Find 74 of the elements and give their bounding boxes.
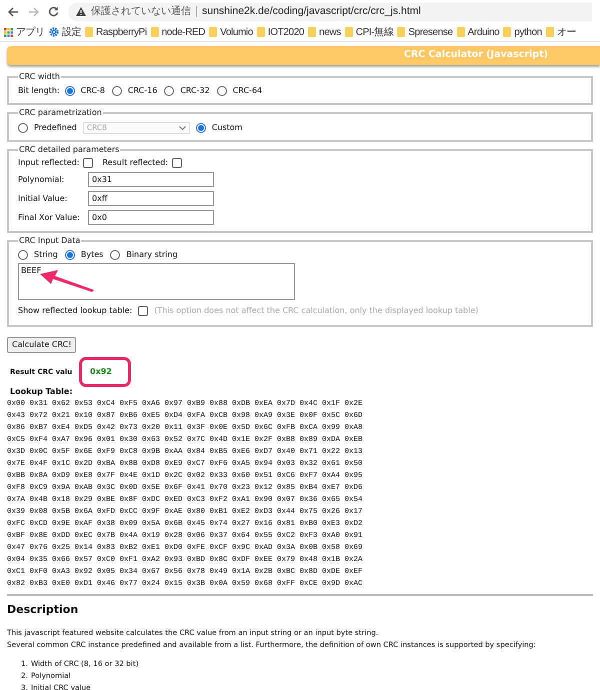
checkbox-label: Show reflected lookup table: — [18, 305, 132, 317]
radio-button[interactable] — [216, 86, 227, 96]
panel-legend: CRC detailed parameters — [18, 144, 120, 156]
folder-icon — [546, 27, 554, 37]
folder-icon — [308, 27, 316, 37]
input-field[interactable]: 0x0 — [88, 210, 214, 225]
bookmark-item[interactable]: news — [308, 24, 341, 40]
folder-icon — [209, 27, 218, 37]
url-text: sunshine2k.de/coding/javascript/crc/crc_js.html — [202, 4, 421, 19]
field-label: Final Xor Value: — [18, 212, 81, 224]
bookmark-item[interactable]: python — [503, 24, 542, 40]
radio-button[interactable] — [164, 86, 174, 96]
field-label: Initial Value: — [18, 192, 68, 204]
folder-icon — [256, 27, 265, 37]
folder-icon — [397, 27, 406, 37]
radio-button[interactable] — [112, 86, 122, 96]
bookmark-item[interactable]: CPI-無線 — [344, 24, 394, 40]
folder-icon — [456, 27, 465, 37]
radio-button[interactable] — [110, 250, 120, 260]
input-field[interactable]: 0x31 — [88, 172, 214, 187]
radio-label: String — [34, 249, 58, 261]
folder-icon — [503, 27, 512, 37]
radio-button[interactable] — [64, 250, 75, 260]
folder-icon — [344, 27, 353, 37]
folder-icon — [150, 27, 159, 37]
result-value: 0x92 — [90, 366, 112, 378]
radio-label: CRC-64 — [232, 85, 262, 97]
description-heading: Description — [7, 602, 80, 618]
checkbox[interactable] — [138, 306, 148, 316]
checkbox-label: Result reflected: — [102, 157, 168, 169]
field-label: Bit length: — [18, 85, 60, 97]
bookmark-item[interactable]: Arduino — [456, 24, 500, 40]
input-field[interactable]: 0xff — [88, 191, 214, 206]
radio-label: Custom — [212, 122, 242, 134]
bookmark-item[interactable]: node-RED — [150, 24, 206, 40]
calculate-button[interactable]: Calculate CRC! — [7, 337, 76, 353]
bookmark-item[interactable]: Spresense — [397, 24, 453, 40]
radio-label: CRC-32 — [180, 85, 210, 97]
security-label: 保護されていない通信 — [91, 4, 191, 19]
warning-icon — [76, 7, 86, 16]
back-icon[interactable] — [8, 6, 19, 16]
radio-button[interactable] — [196, 122, 206, 132]
radio-label: Bytes — [80, 249, 104, 261]
checkbox[interactable] — [83, 158, 94, 168]
address-bar[interactable]: 保護されていない通信 sunshine2k.de/coding/javascript/crc/crc_js.html — [68, 2, 592, 20]
panel-legend: CRC width — [18, 71, 61, 83]
bookmark-item[interactable]: 設定 — [48, 24, 82, 40]
highlight-frame — [79, 357, 131, 387]
bookmark-item[interactable]: Volumio — [209, 24, 253, 40]
checkbox-label: Input reflected: — [18, 157, 80, 169]
panel-legend: CRC Input Data — [18, 235, 82, 247]
radio-label: Predefined — [34, 122, 77, 134]
checkbox[interactable] — [172, 158, 182, 168]
panel-legend: CRC parametrization — [18, 107, 103, 119]
bookmark-item[interactable]: オー — [546, 24, 576, 40]
chevron-down-icon — [178, 126, 186, 130]
radio-button[interactable] — [18, 250, 28, 260]
bookmark-item[interactable]: アプリ — [4, 24, 45, 40]
radio-label: Binary string — [126, 249, 178, 261]
radio-label: CRC-16 — [128, 85, 158, 97]
radio-button[interactable] — [64, 86, 75, 96]
radio-button[interactable] — [18, 122, 28, 132]
reload-icon[interactable] — [48, 6, 59, 17]
lookup-label: Lookup Table: — [10, 386, 74, 398]
radio-label: CRC-8 — [80, 85, 105, 97]
folder-icon — [85, 27, 94, 37]
bookmark-item[interactable]: IOT2020 — [256, 24, 304, 40]
apps-grid-icon — [4, 28, 13, 36]
input-textarea[interactable]: BEEF — [18, 263, 295, 300]
bookmark-item[interactable]: RaspberryPi — [85, 24, 147, 40]
option-note: (This option does not affect the CRC calculation, only the displayed lookup table) — [154, 305, 478, 317]
field-label: Polynomial: — [18, 174, 66, 186]
title-banner: CRC Calculator (Javascript) — [7, 46, 600, 65]
gear-icon — [48, 27, 59, 37]
